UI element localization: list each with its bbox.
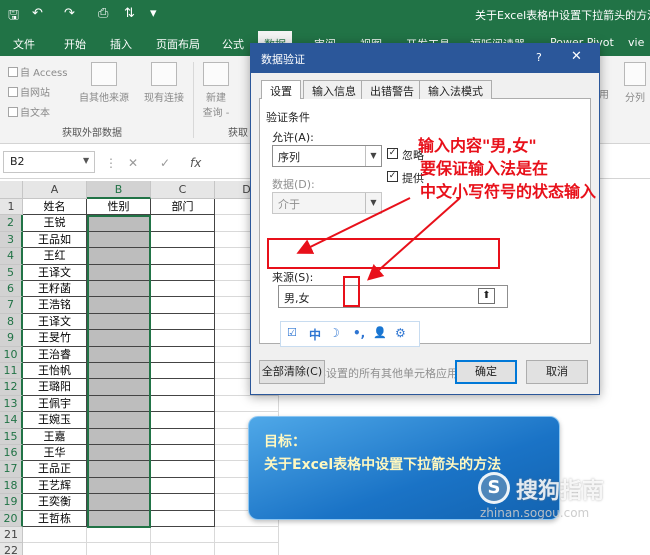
annotation-line-2: 要保证输入法是在 — [420, 159, 549, 178]
annotation-line-1: 输入内容"男,女" — [418, 136, 537, 155]
sogou-logo-icon: S — [478, 472, 510, 504]
watermark-text: 搜狗指南 — [516, 479, 605, 504]
watermark-url: zhinan.sogou.com — [480, 506, 590, 520]
annotation-line-3: 中文小写符号的状态输入 — [420, 182, 597, 201]
sogou-watermark: S 搜狗指南 zhinan.sogou.com — [478, 470, 648, 520]
arrow-to-source — [296, 197, 411, 254]
goal-heading: 目标： — [264, 434, 306, 450]
